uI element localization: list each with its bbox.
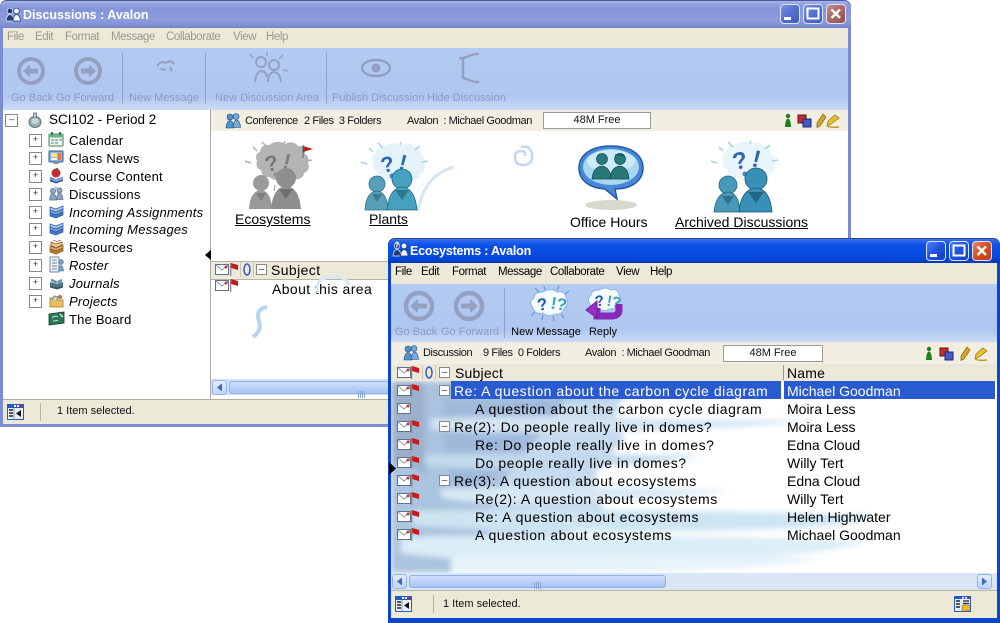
svg-text:!?: !? bbox=[549, 293, 568, 314]
svg-text:?: ? bbox=[395, 242, 399, 249]
